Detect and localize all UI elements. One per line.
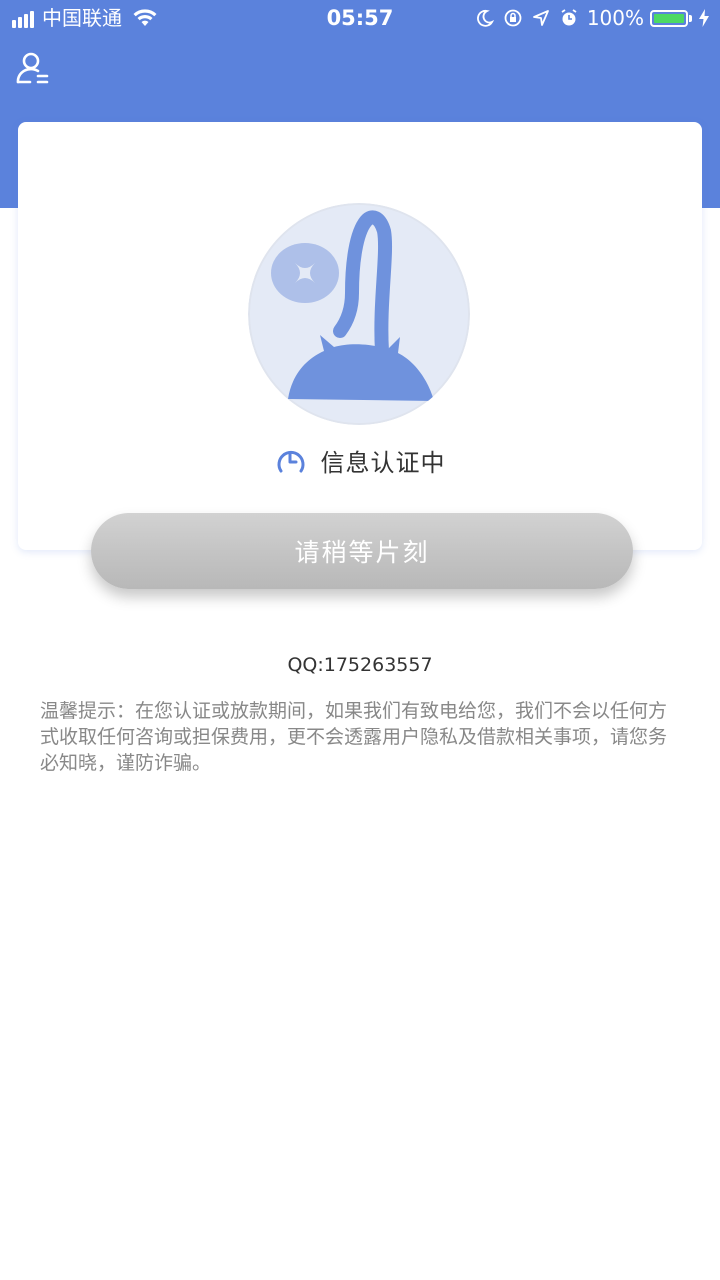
location-icon [532,10,549,26]
status-row: 信息认证中 [0,440,720,480]
qq-contact: QQ:175263557 [287,654,433,676]
clock-icon [277,450,304,473]
charging-icon [699,9,709,27]
alarm-icon [561,9,577,26]
moon-icon [476,9,494,27]
warning-tip: 温馨提示：在您认证或放款期间，如果我们有致电给您，我们不会以任何方式收取任何咨询… [40,700,668,774]
wait-button[interactable]: 请稍等片刻 [91,513,633,589]
battery-icon [650,9,688,27]
user-menu-icon[interactable] [14,50,52,88]
rotation-lock-icon [504,9,522,27]
status-text: 信息认证中 [320,448,446,477]
page: 中国联通 05:57 100% 信息认证中 请稍等片刻 QQ:175263557… [0,0,720,1280]
status-bar: 中国联通 05:57 100% [0,0,720,38]
battery-percent: 100% [586,6,644,30]
money-bag-icon [248,203,470,425]
